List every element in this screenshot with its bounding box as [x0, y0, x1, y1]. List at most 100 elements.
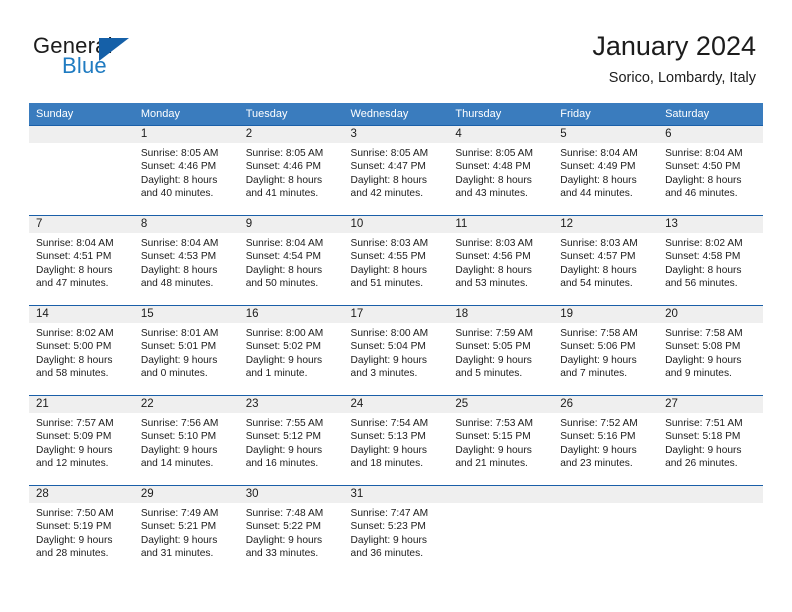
sunrise-text: Sunrise: 7:51 AM: [665, 418, 743, 429]
daylight-text-line1: Daylight: 9 hours: [140, 444, 218, 456]
calendar-day-cell[interactable]: 8 Sunrise: 8:04 AM Sunset: 4:53 PM Dayli…: [133, 215, 239, 306]
daylight-text-line1: Daylight: 9 hours: [455, 444, 532, 456]
daylight-text-line2: and 51 minutes.: [350, 278, 424, 290]
day-details: Sunrise: 8:03 AM Sunset: 4:57 PM Dayligh…: [553, 233, 658, 291]
weekday-header-wednesday: Wednesday: [343, 103, 449, 126]
calendar-day-cell[interactable]: 10 Sunrise: 8:03 AM Sunset: 4:55 PM Dayl…: [343, 215, 449, 306]
calendar-day-cell[interactable]: 14 Sunrise: 8:02 AM Sunset: 5:00 PM Dayl…: [29, 305, 134, 396]
daylight-text-line2: and 44 minutes.: [560, 188, 633, 200]
calendar-day-cell[interactable]: 1 Sunrise: 8:05 AM Sunset: 4:46 PM Dayli…: [133, 125, 239, 216]
day-details: [553, 503, 658, 507]
daylight-text-line1: Daylight: 9 hours: [245, 444, 323, 456]
daylight-text-line2: and 47 minutes.: [36, 278, 109, 290]
calendar-grid: Sunday Monday Tuesday Wednesday Thursday…: [29, 103, 763, 578]
day-details: Sunrise: 8:05 AM Sunset: 4:46 PM Dayligh…: [134, 143, 239, 201]
day-number: 10: [343, 216, 449, 233]
calendar-day-cell[interactable]: 30 Sunrise: 7:48 AM Sunset: 5:22 PM Dayl…: [238, 485, 344, 578]
calendar-day-cell[interactable]: 11 Sunrise: 8:03 AM Sunset: 4:56 PM Dayl…: [448, 215, 554, 306]
calendar-day-cell[interactable]: 21 Sunrise: 7:57 AM Sunset: 5:09 PM Dayl…: [29, 395, 134, 486]
calendar-day-cell[interactable]: 28 Sunrise: 7:50 AM Sunset: 5:19 PM Dayl…: [29, 485, 134, 578]
day-details: [658, 503, 763, 507]
daylight-text-line1: Daylight: 8 hours: [140, 174, 218, 186]
day-details: Sunrise: 7:50 AM Sunset: 5:19 PM Dayligh…: [29, 503, 134, 561]
calendar-day-cell[interactable]: [553, 485, 659, 578]
daylight-text-line1: Daylight: 9 hours: [455, 354, 532, 366]
day-number: 24: [343, 396, 449, 413]
daylight-text-line1: Daylight: 8 hours: [665, 264, 742, 276]
calendar-day-cell[interactable]: 3 Sunrise: 8:05 AM Sunset: 4:47 PM Dayli…: [343, 125, 449, 216]
sunrise-text: Sunrise: 7:57 AM: [36, 418, 114, 429]
day-number: 8: [133, 216, 239, 233]
day-number: [553, 486, 659, 503]
sunrise-text: Sunrise: 7:58 AM: [665, 328, 743, 339]
daylight-text-line1: Daylight: 9 hours: [245, 354, 323, 366]
calendar-day-cell[interactable]: [448, 485, 554, 578]
calendar-week-row: 7 Sunrise: 8:04 AM Sunset: 4:51 PM Dayli…: [29, 215, 763, 306]
sunrise-text: Sunrise: 7:48 AM: [245, 508, 324, 519]
calendar-day-cell[interactable]: 23 Sunrise: 7:55 AM Sunset: 5:12 PM Dayl…: [238, 395, 344, 486]
sunrise-text: Sunrise: 8:04 AM: [665, 148, 743, 159]
calendar-day-cell[interactable]: [29, 125, 134, 216]
weekday-header-saturday: Saturday: [658, 103, 763, 126]
calendar-day-cell[interactable]: 31 Sunrise: 7:47 AM Sunset: 5:23 PM Dayl…: [343, 485, 449, 578]
calendar-day-cell[interactable]: 9 Sunrise: 8:04 AM Sunset: 4:54 PM Dayli…: [238, 215, 344, 306]
daylight-text-line2: and 40 minutes.: [140, 188, 214, 200]
sunset-text: Sunset: 4:53 PM: [140, 251, 217, 263]
calendar-day-cell[interactable]: 29 Sunrise: 7:49 AM Sunset: 5:21 PM Dayl…: [133, 485, 239, 578]
calendar-week-row: 21 Sunrise: 7:57 AM Sunset: 5:09 PM Dayl…: [29, 395, 763, 486]
day-details: Sunrise: 7:52 AM Sunset: 5:16 PM Dayligh…: [553, 413, 658, 471]
day-details: Sunrise: 8:04 AM Sunset: 4:50 PM Dayligh…: [658, 143, 763, 201]
sunset-text: Sunset: 4:57 PM: [560, 251, 636, 263]
day-number: 21: [29, 396, 134, 413]
daylight-text-line2: and 36 minutes.: [350, 548, 424, 560]
daylight-text-line2: and 23 minutes.: [560, 458, 633, 470]
day-details: Sunrise: 7:58 AM Sunset: 5:08 PM Dayligh…: [658, 323, 763, 381]
day-number: 14: [29, 306, 134, 323]
location-subtitle: Sorico, Lombardy, Italy: [608, 70, 756, 86]
calendar-day-cell[interactable]: 27 Sunrise: 7:51 AM Sunset: 5:18 PM Dayl…: [658, 395, 763, 486]
calendar-day-cell[interactable]: 17 Sunrise: 8:00 AM Sunset: 5:04 PM Dayl…: [343, 305, 449, 396]
daylight-text-line2: and 56 minutes.: [665, 278, 738, 290]
daylight-text-line2: and 58 minutes.: [36, 368, 109, 380]
sunset-text: Sunset: 5:16 PM: [560, 431, 636, 443]
day-number: 18: [448, 306, 554, 323]
calendar-day-cell[interactable]: 22 Sunrise: 7:56 AM Sunset: 5:10 PM Dayl…: [133, 395, 239, 486]
daylight-text-line2: and 46 minutes.: [665, 188, 738, 200]
calendar-day-cell[interactable]: 4 Sunrise: 8:05 AM Sunset: 4:48 PM Dayli…: [448, 125, 554, 216]
day-number: 27: [658, 396, 763, 413]
day-details: Sunrise: 8:05 AM Sunset: 4:48 PM Dayligh…: [448, 143, 553, 201]
daylight-text-line2: and 26 minutes.: [665, 458, 738, 470]
calendar-day-cell[interactable]: 6 Sunrise: 8:04 AM Sunset: 4:50 PM Dayli…: [658, 125, 763, 216]
brand-logo[interactable]: General Blue: [33, 33, 213, 83]
calendar-day-cell[interactable]: 15 Sunrise: 8:01 AM Sunset: 5:01 PM Dayl…: [133, 305, 239, 396]
calendar-day-cell[interactable]: 16 Sunrise: 8:00 AM Sunset: 5:02 PM Dayl…: [238, 305, 344, 396]
calendar-day-cell[interactable]: 5 Sunrise: 8:04 AM Sunset: 4:49 PM Dayli…: [553, 125, 659, 216]
day-number: 1: [133, 126, 239, 143]
daylight-text-line1: Daylight: 9 hours: [140, 534, 218, 546]
calendar-day-cell[interactable]: 25 Sunrise: 7:53 AM Sunset: 5:15 PM Dayl…: [448, 395, 554, 486]
day-details: [448, 503, 553, 507]
calendar-day-cell[interactable]: 18 Sunrise: 7:59 AM Sunset: 5:05 PM Dayl…: [448, 305, 554, 396]
daylight-text-line1: Daylight: 8 hours: [665, 174, 742, 186]
calendar-day-cell[interactable]: 24 Sunrise: 7:54 AM Sunset: 5:13 PM Dayl…: [343, 395, 449, 486]
calendar-day-cell[interactable]: 19 Sunrise: 7:58 AM Sunset: 5:06 PM Dayl…: [553, 305, 659, 396]
daylight-text-line1: Daylight: 9 hours: [665, 354, 742, 366]
daylight-text-line1: Daylight: 8 hours: [350, 264, 427, 276]
sunrise-text: Sunrise: 7:50 AM: [36, 508, 114, 519]
calendar-day-cell[interactable]: 13 Sunrise: 8:02 AM Sunset: 4:58 PM Dayl…: [658, 215, 763, 306]
calendar-day-cell[interactable]: 20 Sunrise: 7:58 AM Sunset: 5:08 PM Dayl…: [658, 305, 763, 396]
calendar-day-cell[interactable]: 26 Sunrise: 7:52 AM Sunset: 5:16 PM Dayl…: [553, 395, 659, 486]
daylight-text-line2: and 48 minutes.: [140, 278, 214, 290]
daylight-text-line2: and 21 minutes.: [455, 458, 528, 470]
calendar-day-cell[interactable]: 12 Sunrise: 8:03 AM Sunset: 4:57 PM Dayl…: [553, 215, 659, 306]
calendar-week-row: 1 Sunrise: 8:05 AM Sunset: 4:46 PM Dayli…: [29, 125, 763, 216]
calendar-day-cell[interactable]: 2 Sunrise: 8:05 AM Sunset: 4:46 PM Dayli…: [238, 125, 344, 216]
calendar-body: 1 Sunrise: 8:05 AM Sunset: 4:46 PM Dayli…: [29, 125, 763, 578]
calendar-day-cell[interactable]: 7 Sunrise: 8:04 AM Sunset: 4:51 PM Dayli…: [29, 215, 134, 306]
day-details: Sunrise: 8:05 AM Sunset: 4:46 PM Dayligh…: [239, 143, 344, 201]
day-number: 25: [448, 396, 554, 413]
sunset-text: Sunset: 5:08 PM: [665, 341, 741, 353]
calendar-day-cell[interactable]: [658, 485, 763, 578]
daylight-text-line1: Daylight: 8 hours: [560, 264, 637, 276]
sunset-text: Sunset: 4:51 PM: [36, 251, 112, 263]
